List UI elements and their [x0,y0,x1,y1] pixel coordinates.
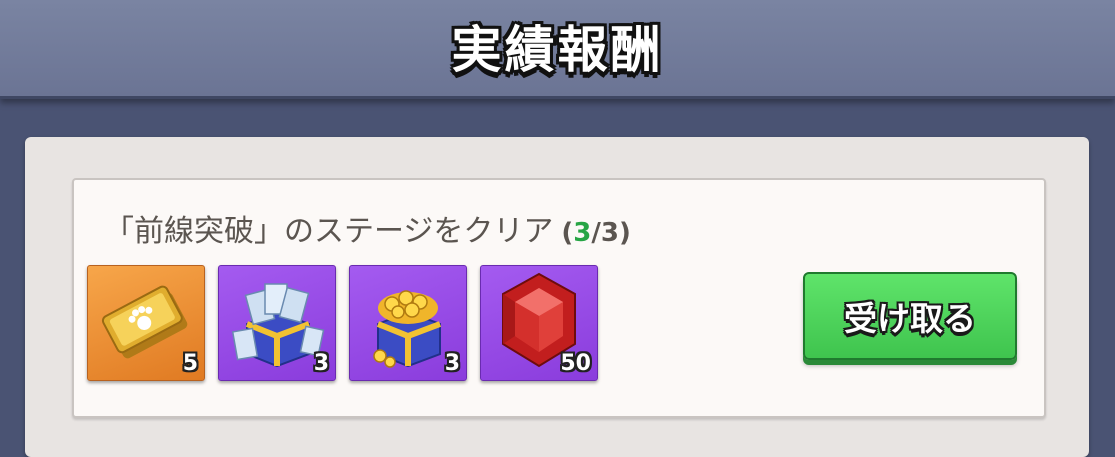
progress-open: ( [561,218,574,248]
reward-item[interactable]: 3 [218,265,336,381]
mission-text: 「前線突破」のステージをクリア [104,214,554,249]
reward-item[interactable]: 3 [349,265,467,381]
reward-count: 3 [313,351,329,376]
reward-count: 5 [182,351,198,376]
reward-count: 50 [560,351,591,376]
claim-button[interactable]: 受け取る [803,272,1017,360]
progress-close: ) [618,218,631,248]
progress-counter: (3/3) [561,218,630,248]
mission-row: 「前線突破」のステージをクリア (3/3) [104,206,631,249]
claim-button-label: 受け取る [844,299,976,338]
reward-count: 3 [444,351,460,376]
page-title: 実績報酬 [451,21,664,79]
progress-separator: / [591,218,601,248]
header-bar: 実績報酬 [0,0,1115,99]
progress-current: 3 [573,218,592,248]
progress-total: 3 [600,218,619,248]
reward-item[interactable]: 5 [87,265,205,381]
reward-item[interactable]: 50 [480,265,598,381]
